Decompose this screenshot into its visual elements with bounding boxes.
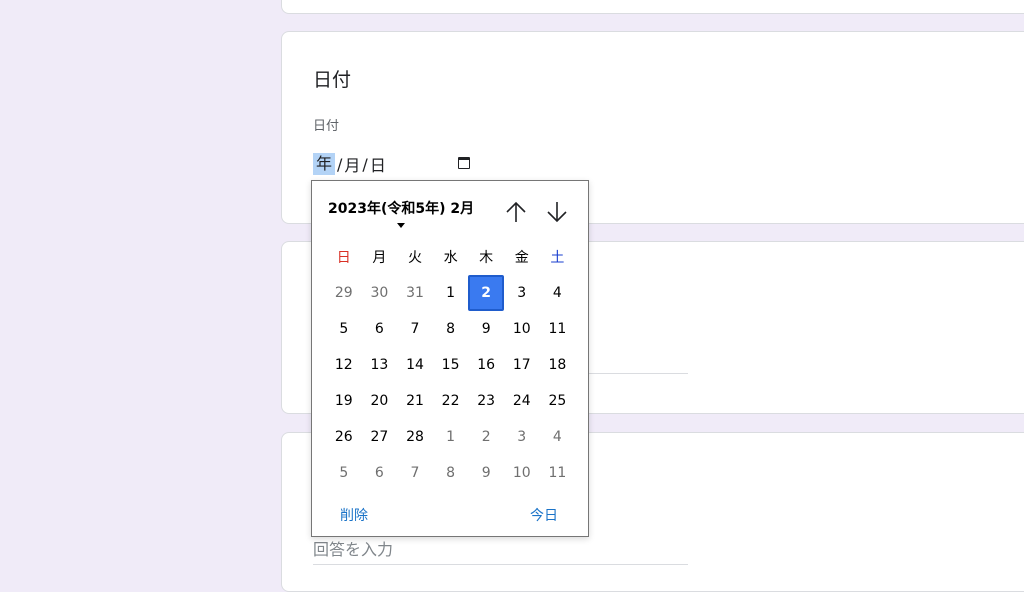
arrow-up-icon[interactable] [504,199,528,225]
week-row: 5 6 7 8 9 10 11 [326,311,576,347]
day-segment[interactable]: 日 [370,152,386,176]
date-separator: / [337,154,343,174]
calendar-day[interactable]: 11 [540,455,576,491]
calendar-day[interactable]: 8 [433,311,469,347]
field-label: 日付 [313,119,340,134]
calendar-day[interactable]: 14 [397,347,433,383]
calendar-day[interactable]: 11 [540,311,576,347]
month-year-selector[interactable]: 2023年(令和5年) 2月 [328,198,474,218]
weekday-sunday: 日 [336,250,351,266]
answer-underline [313,564,688,565]
today-button[interactable]: 今日 [530,505,558,525]
calendar-day[interactable]: 30 [362,275,398,311]
calendar-day[interactable]: 18 [540,347,576,383]
week-row: 12 13 14 15 16 17 18 [326,347,576,383]
calendar-day[interactable]: 1 [433,419,469,455]
caret-down-icon[interactable] [397,223,405,228]
calendar-day[interactable]: 24 [504,383,540,419]
month-segment[interactable]: 月 [344,152,360,176]
calendar-day[interactable]: 7 [397,311,433,347]
calendar-day[interactable]: 23 [468,383,504,419]
calendar-day[interactable]: 27 [362,419,398,455]
weekday-friday: 金 [514,250,529,266]
week-row: 19 20 21 22 23 24 25 [326,383,576,419]
calendar-day[interactable]: 9 [468,311,504,347]
calendar-day[interactable]: 15 [433,347,469,383]
calendar-day[interactable]: 10 [504,311,540,347]
calendar-day[interactable]: 19 [326,383,362,419]
calendar-icon[interactable] [458,157,470,169]
calendar-day[interactable]: 17 [504,347,540,383]
calendar-day[interactable]: 16 [468,347,504,383]
calendar-day[interactable]: 12 [326,347,362,383]
calendar-day[interactable]: 22 [433,383,469,419]
calendar-day[interactable]: 29 [326,275,362,311]
calendar-day[interactable]: 3 [504,275,540,311]
calendar-day[interactable]: 10 [504,455,540,491]
calendar-day[interactable]: 25 [540,383,576,419]
previous-question-card [281,0,1024,14]
date-picker-popup: 2023年(令和5年) 2月 日 月 火 水 木 金 土 29 30 31 1 … [311,180,589,537]
calendar-day[interactable]: 6 [362,311,398,347]
week-row: 5 6 7 8 9 10 11 [326,455,576,491]
weekday-header: 日 月 火 水 木 金 土 [326,239,576,275]
calendar-day[interactable]: 20 [362,383,398,419]
calendar-day[interactable]: 8 [433,455,469,491]
arrow-down-icon[interactable] [545,199,569,225]
calendar-day[interactable]: 4 [540,419,576,455]
date-input[interactable]: 年 / 月 / 日 [313,153,386,175]
question-title: 日付 [313,69,352,91]
calendar-day[interactable]: 26 [326,419,362,455]
calendar-day[interactable]: 21 [397,383,433,419]
weekday-thursday: 木 [479,250,494,266]
calendar-day-selected[interactable]: 2 [468,275,504,311]
weekday-monday: 月 [372,250,387,266]
calendar-day[interactable]: 28 [397,419,433,455]
calendar-day[interactable]: 4 [540,275,576,311]
calendar-day[interactable]: 3 [504,419,540,455]
calendar-day[interactable]: 13 [362,347,398,383]
answer-input[interactable]: 回答を入力 [313,536,393,560]
calendar-day[interactable]: 5 [326,311,362,347]
year-segment[interactable]: 年 [313,153,336,175]
calendar-day[interactable]: 1 [433,275,469,311]
week-row: 26 27 28 1 2 3 4 [326,419,576,455]
calendar-day[interactable]: 5 [326,455,362,491]
calendar-day[interactable]: 6 [362,455,398,491]
clear-button[interactable]: 削除 [340,505,368,525]
calendar-day[interactable]: 31 [397,275,433,311]
calendar-day[interactable]: 2 [468,419,504,455]
weekday-tuesday: 火 [407,250,422,266]
calendar-day[interactable]: 7 [397,455,433,491]
date-separator: / [362,154,368,174]
calendar-day[interactable]: 9 [468,455,504,491]
weekday-saturday: 土 [550,250,565,266]
weekday-wednesday: 水 [443,250,458,266]
week-row: 29 30 31 1 2 3 4 [326,275,576,311]
